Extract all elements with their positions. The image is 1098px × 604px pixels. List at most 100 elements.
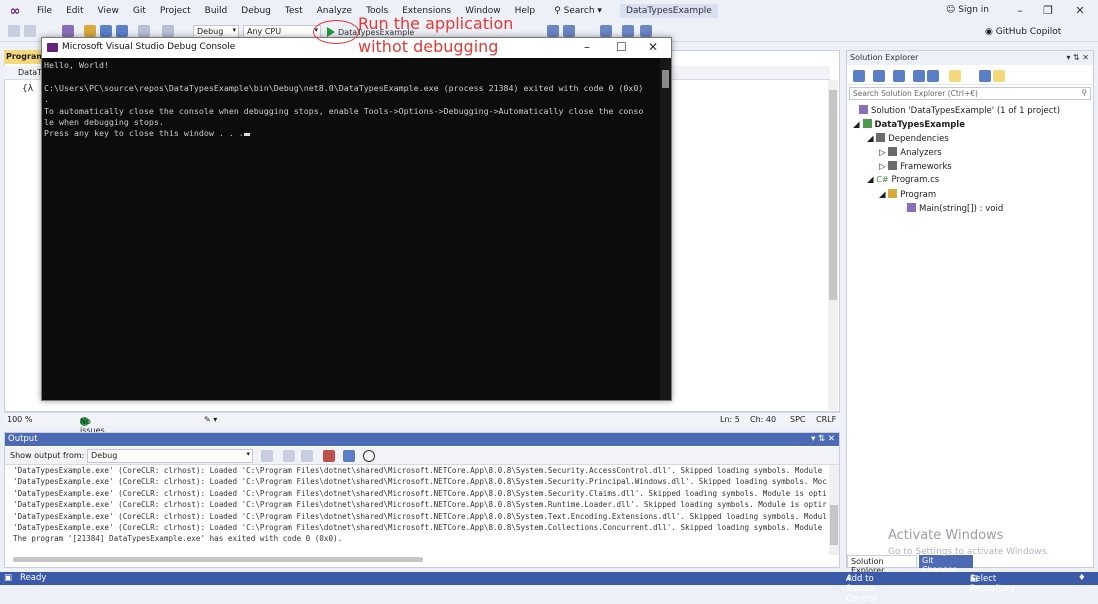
menu-debug[interactable]: Debug bbox=[234, 6, 278, 16]
console-title-bar[interactable]: Microsoft Visual Studio Debug Console – … bbox=[42, 38, 671, 58]
sign-in-label: Sign in bbox=[958, 5, 989, 15]
minimize-icon[interactable]: – bbox=[1010, 4, 1030, 17]
find-message-icon[interactable] bbox=[261, 450, 273, 462]
annotation-text-line2: withot debugging bbox=[358, 37, 499, 56]
column-indicator[interactable]: Ch: 40 bbox=[750, 415, 776, 424]
editor-scrollbar[interactable] bbox=[828, 80, 838, 410]
next-message-icon[interactable] bbox=[301, 450, 313, 462]
scrollbar-thumb[interactable] bbox=[830, 505, 838, 545]
tree-label: Frameworks bbox=[900, 162, 952, 172]
tree-item-dependencies[interactable]: ◢ Dependencies bbox=[867, 133, 949, 144]
search-label: Search bbox=[563, 6, 595, 16]
menu-view[interactable]: View bbox=[91, 6, 126, 16]
output-line: 'DataTypesExample.exe' (CoreCLR: clrhost… bbox=[13, 488, 827, 498]
toolbar-tool-icon[interactable] bbox=[640, 25, 652, 37]
search-icon: ⚲ bbox=[554, 6, 561, 16]
home-icon[interactable] bbox=[873, 70, 885, 82]
filter-icon[interactable] bbox=[949, 70, 961, 82]
word-wrap-icon[interactable] bbox=[343, 450, 355, 462]
brush-icon[interactable]: ✎ ▾ bbox=[204, 415, 217, 424]
notifications-icon[interactable]: ♦ bbox=[1078, 573, 1086, 583]
sync-icon[interactable] bbox=[853, 70, 865, 82]
refresh-icon[interactable] bbox=[893, 70, 905, 82]
tree-item-program-cs[interactable]: ◢ C# Program.cs bbox=[867, 175, 939, 185]
save-icon[interactable] bbox=[100, 25, 112, 37]
output-line: 'DataTypesExample.exe' (CoreCLR: clrhost… bbox=[13, 500, 827, 510]
close-icon[interactable]: ✕ bbox=[648, 40, 658, 54]
back-icon[interactable] bbox=[8, 25, 20, 37]
tree-label: Main(string[]) : void bbox=[919, 204, 1004, 214]
open-folder-icon[interactable] bbox=[84, 25, 96, 37]
console-scrollbar[interactable] bbox=[660, 58, 671, 400]
pin-icon[interactable]: ▾ ⇅ ✕ bbox=[811, 434, 835, 444]
chevron-down-icon: ▾ bbox=[232, 26, 236, 34]
tree-item-project[interactable]: ◢ DataTypesExample bbox=[853, 119, 965, 130]
menu-git[interactable]: Git bbox=[126, 6, 153, 16]
minimize-icon[interactable]: – bbox=[584, 40, 590, 54]
menu-analyze[interactable]: Analyze bbox=[310, 6, 359, 16]
solution-icon bbox=[859, 105, 868, 114]
properties-icon[interactable] bbox=[979, 70, 991, 82]
whitespace-indicator[interactable]: SPC bbox=[790, 415, 806, 424]
new-item-icon[interactable] bbox=[62, 25, 74, 37]
clear-all-icon[interactable] bbox=[323, 450, 335, 462]
output-horizontal-scrollbar[interactable] bbox=[13, 557, 423, 562]
configuration-value: Debug bbox=[197, 27, 224, 36]
collapse-icon[interactable] bbox=[913, 70, 925, 82]
tree-item-frameworks[interactable]: ▷ Frameworks bbox=[879, 161, 952, 172]
debug-console-window[interactable]: Microsoft Visual Studio Debug Console – … bbox=[41, 37, 672, 401]
class-icon bbox=[888, 189, 898, 198]
previous-message-icon[interactable] bbox=[283, 450, 295, 462]
menu-project[interactable]: Project bbox=[153, 6, 198, 16]
scrollbar-thumb[interactable] bbox=[662, 70, 669, 88]
tree-item-solution[interactable]: Solution 'DataTypesExample' (1 of 1 proj… bbox=[859, 105, 1060, 116]
solution-search-input[interactable]: Search Solution Explorer (Ctrl+€) ⚲ bbox=[849, 87, 1091, 100]
output-title: Output bbox=[8, 434, 38, 444]
output-scrollbar[interactable] bbox=[829, 465, 839, 555]
sign-in-link[interactable]: ☺ Sign in bbox=[946, 5, 989, 15]
show-all-files-icon[interactable] bbox=[927, 70, 939, 82]
tree-item-program-class[interactable]: ◢ Program bbox=[879, 189, 936, 200]
dependencies-icon bbox=[876, 133, 886, 142]
bookmark-icon[interactable] bbox=[622, 25, 634, 37]
pin-icon[interactable]: ▾ ⇅ ✕ bbox=[1066, 53, 1089, 62]
copilot-icon: ◉ bbox=[985, 27, 993, 37]
line-ending-indicator[interactable]: CRLF bbox=[816, 415, 836, 424]
menu-build[interactable]: Build bbox=[198, 6, 235, 16]
output-text[interactable]: 'DataTypesExample.exe' (CoreCLR: clrhost… bbox=[5, 465, 827, 555]
clock-icon[interactable] bbox=[363, 450, 375, 462]
search-menu[interactable]: ⚲ Search ▾ bbox=[546, 6, 610, 16]
close-icon[interactable]: ✕ bbox=[1070, 4, 1090, 17]
save-all-icon[interactable] bbox=[116, 25, 128, 37]
solution-explorer-panel: Solution Explorer ▾ ⇅ ✕ Search Solution E… bbox=[846, 50, 1094, 575]
csharp-file-icon: C# bbox=[876, 175, 889, 184]
toolbar-tool-icon[interactable] bbox=[547, 25, 559, 37]
select-repository-button[interactable]: ▤ Select Repository ▴ bbox=[970, 573, 1015, 594]
search-placeholder: Search Solution Explorer (Ctrl+€) bbox=[853, 89, 978, 98]
output-source-select[interactable]: Debug ▾ bbox=[87, 449, 253, 463]
project-dropdown[interactable]: DataT bbox=[18, 68, 42, 77]
line-indicator[interactable]: Ln: 5 bbox=[720, 415, 740, 424]
visual-studio-logo-icon: ∞ bbox=[9, 3, 21, 19]
zoom-level[interactable]: 100 % bbox=[7, 415, 32, 424]
restore-icon[interactable]: ❐ bbox=[1038, 4, 1058, 17]
tree-item-analyzers[interactable]: ▷ Analyzers bbox=[879, 147, 942, 158]
toolbar-tool-icon[interactable] bbox=[563, 25, 575, 37]
github-copilot-button[interactable]: ◉ GitHub Copilot bbox=[985, 27, 1061, 37]
scrollbar-thumb[interactable] bbox=[829, 90, 837, 300]
menu-test[interactable]: Test bbox=[278, 6, 310, 16]
redo-icon[interactable] bbox=[162, 25, 174, 37]
console-app-icon bbox=[47, 43, 58, 52]
frameworks-icon bbox=[888, 161, 898, 170]
analyzers-icon bbox=[888, 147, 898, 156]
forward-icon[interactable] bbox=[24, 25, 36, 37]
toolbar-tool-icon[interactable] bbox=[600, 25, 612, 37]
tree-item-main-method[interactable]: Main(string[]) : void bbox=[907, 203, 1003, 214]
console-output[interactable]: Hello, World!​C:\Users\PC\source\repos\D… bbox=[42, 58, 660, 400]
add-to-source-control-button[interactable]: ↑ Add to Source Control ▴ bbox=[846, 573, 877, 604]
menu-edit[interactable]: Edit bbox=[59, 6, 90, 16]
menu-file[interactable]: File bbox=[30, 6, 59, 16]
undo-icon[interactable] bbox=[138, 25, 150, 37]
maximize-icon[interactable]: ☐ bbox=[616, 40, 627, 54]
preview-icon[interactable] bbox=[993, 70, 1005, 82]
